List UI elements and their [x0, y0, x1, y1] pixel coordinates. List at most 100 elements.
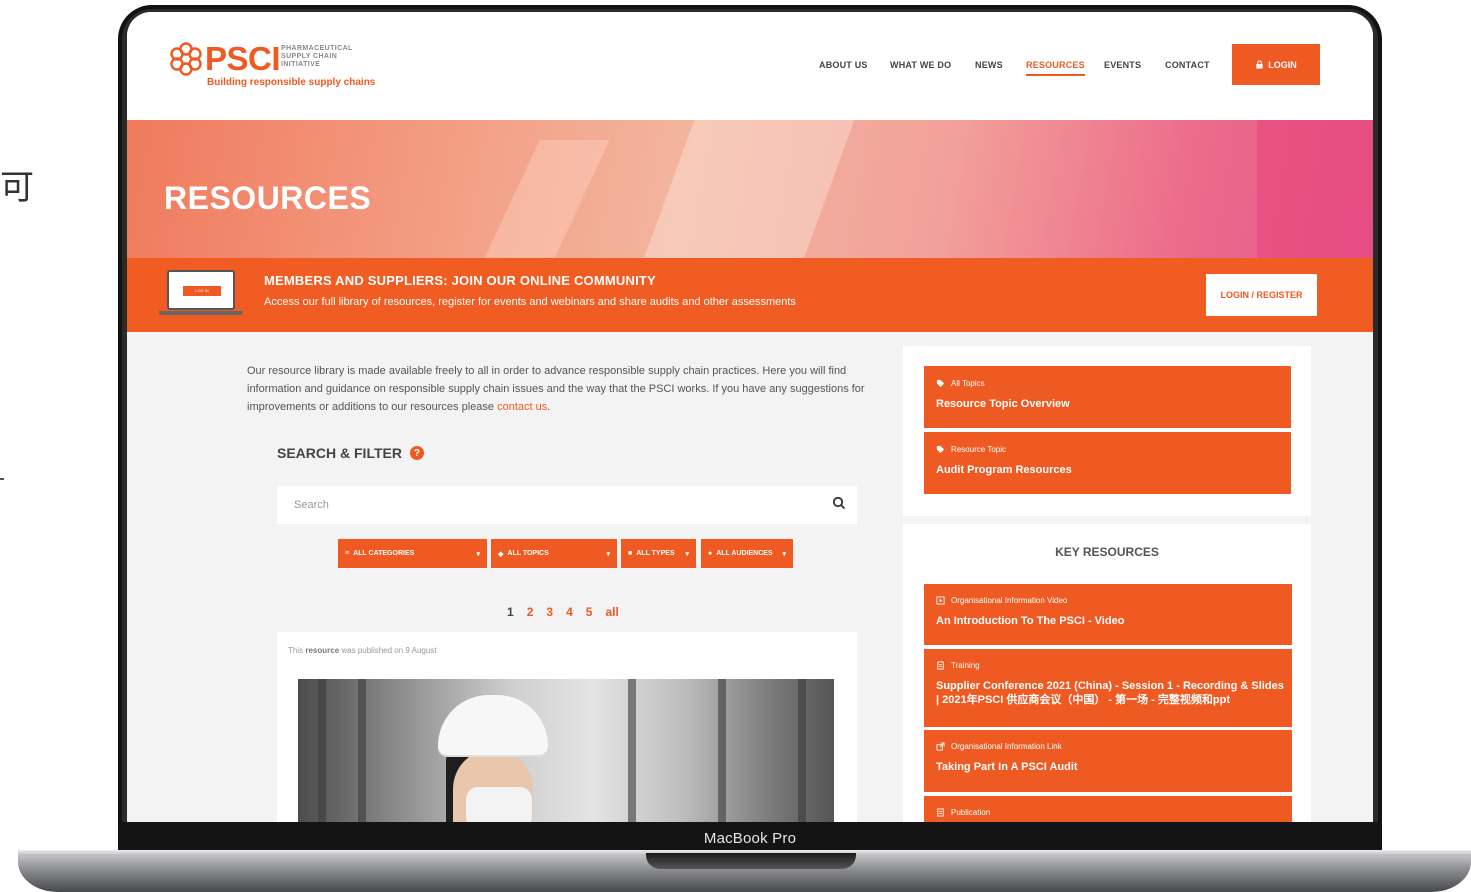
search-placeholder: Search [294, 499, 329, 511]
laptop-illustration-screen: LOG IN [167, 270, 235, 310]
list-icon: ≡ [345, 550, 350, 557]
hero-banner: RESOURCES [127, 120, 1373, 258]
topic-title: Audit Program Resources [936, 464, 1072, 476]
key-resource-title: Taking Part In A PSCI Audit [936, 761, 1078, 773]
laptop-illustration-base [159, 311, 243, 315]
key-resource-kind: Training [951, 661, 980, 670]
pub-prefix: This [288, 646, 306, 655]
filter-topics-label: ALL TOPICS [507, 550, 549, 557]
lock-icon [1256, 60, 1263, 69]
search-input[interactable]: Search [277, 486, 857, 524]
tag-icon [936, 379, 945, 388]
logo-flower-icon [170, 42, 202, 76]
device-label: MacBook Pro [703, 830, 797, 847]
laptop-illustration-button: LOG IN [183, 286, 221, 296]
topic-kind: Resource Topic [951, 445, 1006, 454]
key-resource-meta: Organisational Information Link [936, 742, 1062, 751]
key-resource-item[interactable]: Organisational Information Video An Intr… [924, 584, 1292, 645]
search-icon[interactable] [832, 496, 846, 510]
key-resource-item[interactable]: Publication [924, 796, 1292, 822]
worker-mask [466, 787, 532, 822]
site-header: PSCI PHARMACEUTICAL SUPPLY CHAIN INITIAT… [127, 12, 1373, 120]
intro-end: . [547, 401, 551, 413]
resource-photo[interactable] [298, 679, 834, 822]
banner-title: MEMBERS AND SUPPLIERS: JOIN OUR ONLINE C… [264, 273, 656, 288]
logo-wordmark: PSCI [205, 40, 281, 77]
nav-what-we-do[interactable]: WHAT WE DO [890, 60, 951, 70]
user-icon: ● [708, 550, 713, 557]
shelf-post [318, 679, 326, 822]
login-register-button[interactable]: LOGIN / REGISTER [1206, 274, 1317, 316]
filter-audiences-label: ALL AUDIENCES [716, 550, 773, 557]
edge-glyph: 可 [0, 168, 34, 208]
community-banner: LOG IN MEMBERS AND SUPPLIERS: JOIN OUR O… [127, 258, 1373, 332]
key-resource-item[interactable]: Training Supplier Conference 2021 (China… [924, 649, 1292, 727]
shelf-post [358, 679, 366, 822]
banner-subtitle: Access our full library of resources, re… [264, 296, 796, 308]
nav-news[interactable]: NEWS [975, 60, 1003, 70]
shelf-post [798, 679, 806, 822]
edge-tick [0, 478, 4, 480]
nav-resources[interactable]: RESOURCES [1026, 60, 1085, 76]
page-3[interactable]: 3 [546, 605, 553, 619]
key-resources-title: KEY RESOURCES [1055, 545, 1159, 559]
hero-decoration [632, 120, 862, 258]
contact-us-link[interactable]: contact us [497, 401, 547, 413]
nav-contact[interactable]: CONTACT [1165, 60, 1210, 70]
file-icon: ■ [628, 550, 633, 557]
laptop-hinge-notch [646, 853, 856, 869]
search-filter-title: SEARCH & FILTER [277, 445, 402, 461]
resource-published-date: This resource was published on 9 August [288, 646, 437, 655]
key-resource-kind: Organisational Information Video [951, 596, 1068, 605]
filter-audiences[interactable]: ● ALL AUDIENCES ▾ [701, 539, 793, 568]
key-resource-meta: Organisational Information Video [936, 596, 1067, 605]
hero-decoration [1257, 120, 1373, 258]
page-all[interactable]: all [605, 605, 618, 619]
key-resource-item[interactable]: Organisational Information Link Taking P… [924, 730, 1292, 792]
filter-categories-label: ALL CATEGORIES [353, 550, 415, 557]
nav-events[interactable]: EVENTS [1104, 60, 1141, 70]
topic-card-overview[interactable]: All Topics Resource Topic Overview [924, 366, 1291, 428]
video-icon [936, 596, 945, 605]
intro-text: Our resource library is made available f… [247, 365, 865, 413]
help-icon[interactable]: ? [409, 446, 424, 460]
nav-about-us[interactable]: ABOUT US [819, 60, 868, 70]
chevron-down-icon: ▾ [782, 550, 786, 558]
intro-paragraph: Our resource library is made available f… [247, 362, 877, 416]
page-5[interactable]: 5 [586, 605, 593, 619]
stage: 可 PSCI PHARMACEUTICAL SUPPLY CHAIN INITI… [0, 0, 1471, 892]
logo[interactable]: PSCI PHARMACEUTICAL SUPPLY CHAIN INITIAT… [169, 40, 375, 92]
topic-card-audit[interactable]: Resource Topic Audit Program Resources [924, 432, 1291, 494]
page-2[interactable]: 2 [527, 605, 534, 619]
login-button[interactable]: LOGIN [1232, 44, 1320, 85]
filter-categories[interactable]: ≡ ALL CATEGORIES ▾ [338, 539, 487, 568]
tag-icon [936, 445, 945, 454]
page-1[interactable]: 1 [507, 605, 514, 619]
document-icon [937, 808, 944, 817]
key-resource-meta: Training [936, 661, 980, 670]
filter-types-label: ALL TYPES [636, 550, 675, 557]
pub-suffix: was published on 9 August [339, 646, 437, 655]
laptop-illustration: LOG IN [159, 270, 243, 316]
chevron-down-icon: ▾ [606, 550, 610, 558]
page-4[interactable]: 4 [566, 605, 573, 619]
tag-icon: ◆ [498, 550, 504, 558]
chevron-down-icon: ▾ [685, 550, 689, 558]
topic-title: Resource Topic Overview [936, 398, 1070, 410]
filter-topics[interactable]: ◆ ALL TOPICS ▾ [491, 539, 617, 568]
filter-types[interactable]: ■ ALL TYPES ▾ [621, 539, 696, 568]
topic-kind: All Topics [951, 379, 985, 388]
external-link-icon [936, 742, 945, 751]
search-filter-heading: SEARCH & FILTER ? [277, 445, 424, 461]
pub-bold: resource [305, 646, 340, 655]
key-resource-title: An Introduction To The PSCI - Video [936, 615, 1125, 627]
logo-tagline: Building responsible supply chains [207, 77, 376, 88]
topic-meta: Resource Topic [936, 445, 1006, 454]
resource-card[interactable]: This resource was published on 9 August [277, 632, 857, 822]
key-resource-kind: Publication [951, 808, 991, 817]
hard-hat [438, 695, 548, 755]
document-icon [937, 661, 944, 670]
hero-decoration [474, 140, 610, 258]
login-label: LOGIN [1268, 59, 1297, 70]
logo-subtitle: PHARMACEUTICAL SUPPLY CHAIN INITIATIVE [281, 45, 353, 68]
